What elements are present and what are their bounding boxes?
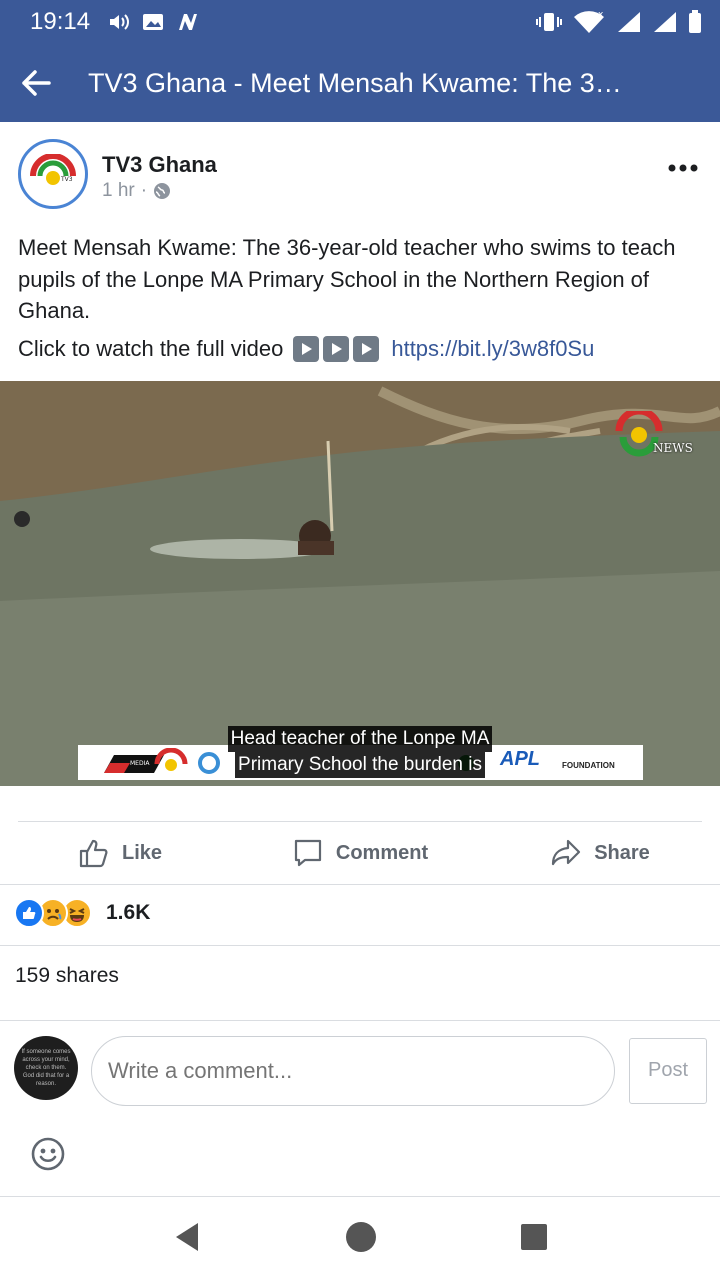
play-button-emoji-icon-3	[353, 336, 380, 362]
caption-line-1: Head teacher of the Lonpe MA	[227, 726, 493, 752]
status-bar: 19:14 x	[0, 0, 720, 44]
svg-text:x: x	[598, 10, 604, 20]
nav-home-button[interactable]	[345, 1221, 377, 1258]
nav-recents-button[interactable]	[520, 1223, 548, 1256]
caption-line-2: Primary School the burden is	[235, 752, 485, 778]
share-button[interactable]: Share	[480, 822, 720, 884]
nav-divider	[0, 1196, 720, 1197]
n-app-icon	[179, 14, 198, 30]
smiley-icon	[31, 1137, 65, 1171]
avatar-label: TV3	[60, 176, 73, 183]
page-title: TV3 Ghana - Meet Mensah Kwame: The 3…	[88, 67, 622, 98]
reactions-divider	[0, 945, 720, 946]
actions-bottom-divider	[0, 884, 720, 885]
news-watermark: NEWS	[615, 407, 693, 462]
play-button-emoji-icon	[293, 336, 320, 362]
like-label: Like	[121, 841, 163, 864]
post-comment-button[interactable]: Post	[629, 1038, 707, 1104]
image-icon	[143, 14, 164, 30]
more-options-button[interactable]	[668, 160, 698, 178]
reactions-summary[interactable]: 1.6K	[14, 898, 150, 928]
comment-input[interactable]	[91, 1036, 615, 1106]
battery-icon	[689, 10, 701, 33]
share-label: Share	[594, 841, 650, 864]
user-avatar[interactable]: If someone comes across your mind, check…	[14, 1036, 78, 1100]
comment-bubble-icon	[294, 839, 321, 867]
comment-label: Comment	[335, 841, 429, 864]
back-arrow-icon	[22, 70, 51, 96]
page-name-link[interactable]: TV3 Ghana	[102, 152, 217, 178]
post-cta-text: Click to watch the full video	[18, 336, 284, 361]
vibrate-icon	[536, 13, 562, 31]
meta-separator: ·	[140, 180, 148, 201]
share-arrow-icon	[552, 839, 581, 866]
video-caption: Head teacher of the Lonpe MA Primary Sch…	[0, 726, 720, 778]
status-time: 19:14	[30, 8, 91, 35]
triangle-back-icon	[175, 1222, 198, 1251]
comment-button[interactable]: Comment	[240, 822, 480, 884]
globe-icon	[154, 183, 171, 199]
play-button-emoji-icon-2	[323, 336, 350, 362]
post-cta-line: Click to watch the full video https://bi…	[18, 336, 594, 362]
like-reaction-icon	[14, 898, 44, 928]
post-link[interactable]: https://bit.ly/3w8f0Su	[391, 336, 594, 362]
post-text: Meet Mensah Kwame: The 36-year-old teach…	[18, 235, 676, 323]
circle-home-icon	[345, 1221, 376, 1252]
back-button[interactable]	[0, 70, 72, 96]
signal-icon-2	[654, 12, 676, 32]
nav-back-button[interactable]	[172, 1221, 202, 1258]
news-watermark-text: NEWS	[653, 441, 693, 455]
like-button[interactable]: Like	[0, 822, 240, 884]
tv3-logo-icon: TV3	[30, 154, 76, 185]
thumbs-up-icon	[79, 839, 108, 868]
share-count[interactable]: 159 shares	[15, 964, 119, 988]
page-avatar[interactable]: TV3	[18, 139, 88, 209]
video-player[interactable]: NEWS MEDIA APL FOUNDATION Head teacher o…	[0, 381, 720, 786]
app-bar: TV3 Ghana - Meet Mensah Kwame: The 3…	[0, 44, 720, 122]
post-meta: 1 hr ·	[102, 180, 171, 202]
post-header: TV3 TV3 Ghana 1 hr ·	[0, 122, 720, 222]
more-dots-icon	[668, 164, 698, 172]
post-actions: Like Comment Share	[0, 822, 720, 884]
wifi-icon: x	[574, 10, 604, 33]
emoji-button[interactable]	[31, 1137, 65, 1176]
reaction-count: 1.6K	[106, 901, 151, 924]
shares-divider	[0, 1020, 720, 1021]
volume-icon	[110, 14, 130, 30]
square-recents-icon	[521, 1223, 548, 1250]
signal-icon	[618, 12, 640, 32]
system-nav-bar	[0, 1198, 720, 1280]
post-timestamp[interactable]: 1 hr	[102, 180, 135, 202]
